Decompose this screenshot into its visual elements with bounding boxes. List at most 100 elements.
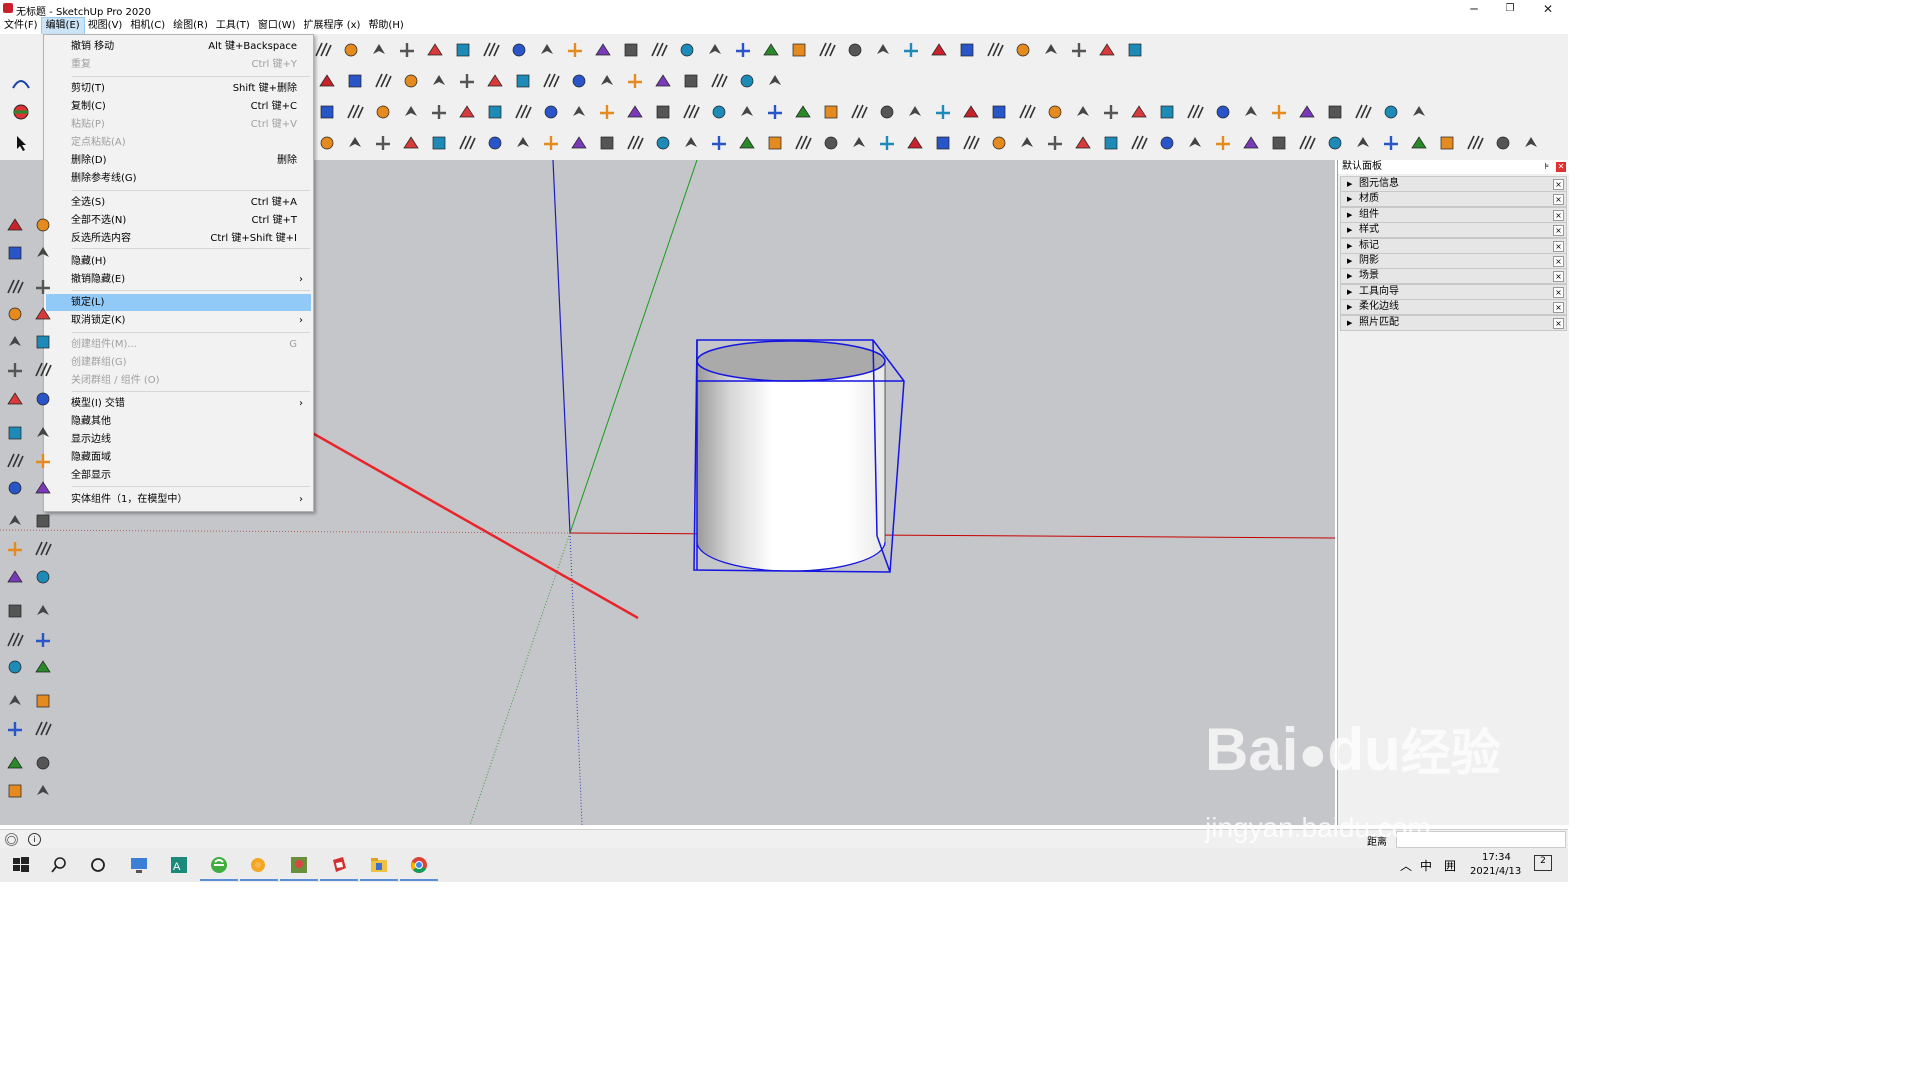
toolbar-tool-icon[interactable]: [1408, 132, 1430, 154]
toolbar-tool-icon[interactable]: [312, 39, 334, 61]
clock-time[interactable]: 17:34: [1482, 852, 1511, 863]
left-tool-icon[interactable]: [4, 780, 26, 802]
left-tool-icon[interactable]: [32, 359, 54, 381]
edit-menu-item[interactable]: 隐藏(H): [46, 253, 311, 270]
toolbar-tool-icon[interactable]: [1040, 39, 1062, 61]
toolbar-tool-icon[interactable]: [736, 70, 758, 92]
left-tool-icon[interactable]: [32, 780, 54, 802]
toolbar-tool-icon[interactable]: [988, 132, 1010, 154]
edit-menu-item[interactable]: 取消锁定(K) ›: [46, 312, 311, 329]
toolbar-tool-icon[interactable]: [1072, 132, 1094, 154]
keyboard-layout[interactable]: 囲: [1444, 857, 1456, 874]
edit-menu-item[interactable]: 反选所选内容 Ctrl 键+Shift 键+I: [46, 230, 311, 247]
toolbar-tool-icon[interactable]: [1464, 132, 1486, 154]
chrome-icon[interactable]: [408, 854, 430, 876]
panel-close-icon[interactable]: ×: [1553, 194, 1564, 206]
left-tool-icon[interactable]: [4, 276, 26, 298]
toolbar-tool-icon[interactable]: [428, 132, 450, 154]
toolbar-tool-icon[interactable]: [764, 132, 786, 154]
edit-menu-item[interactable]: 删除参考线(G): [46, 170, 311, 187]
toolbar-tool-icon[interactable]: [1324, 132, 1346, 154]
ime-indicator[interactable]: 中: [1420, 857, 1432, 874]
toolbar-tool-icon[interactable]: [592, 39, 614, 61]
toolbar-tool-icon[interactable]: [428, 70, 450, 92]
toolbar-tool-icon[interactable]: [1124, 39, 1146, 61]
toolbar-tool-icon[interactable]: [340, 39, 362, 61]
left-tool-icon[interactable]: [32, 331, 54, 353]
toolbar-tool-icon[interactable]: [344, 70, 366, 92]
toolbar-tool-icon[interactable]: [368, 39, 390, 61]
left-tool-icon[interactable]: [4, 629, 26, 651]
tray-panel-row[interactable]: ▶ 场景 ×: [1340, 268, 1567, 285]
edit-menu-item[interactable]: 隐藏面域: [46, 449, 311, 466]
toolbar-tool-icon[interactable]: [648, 39, 670, 61]
toolbar-tool-icon[interactable]: [316, 70, 338, 92]
toolbar-tool-icon[interactable]: [344, 132, 366, 154]
orange-app-icon[interactable]: [247, 854, 269, 876]
toolbar-tool-icon[interactable]: [904, 132, 926, 154]
toolbar-tool-icon[interactable]: [568, 101, 590, 123]
close-icon[interactable]: ✕: [1530, 0, 1566, 18]
toolbar-tool-icon[interactable]: [1096, 39, 1118, 61]
left-tool-icon[interactable]: [32, 276, 54, 298]
left-tool-icon[interactable]: [32, 450, 54, 472]
toolbar-tool-icon[interactable]: [1212, 101, 1234, 123]
left-tool-icon[interactable]: [4, 214, 26, 236]
edit-menu-item[interactable]: 删除(D) 删除: [46, 152, 311, 169]
toolbar-tool-icon[interactable]: [484, 70, 506, 92]
file-manager-icon[interactable]: [368, 854, 390, 876]
toolbar-tool-icon[interactable]: [680, 132, 702, 154]
game-app-icon[interactable]: [288, 854, 310, 876]
toolbar-tool-icon[interactable]: [1240, 132, 1262, 154]
toolbar-tool-icon[interactable]: [876, 101, 898, 123]
toolbar-tool-icon[interactable]: [1100, 101, 1122, 123]
toolbar-tool-icon[interactable]: [456, 132, 478, 154]
toolbar-tool-icon[interactable]: [1184, 101, 1206, 123]
toolbar-tool-icon[interactable]: [844, 39, 866, 61]
toolbar-tool-icon[interactable]: [848, 101, 870, 123]
toolbar-tool-icon[interactable]: [816, 39, 838, 61]
panel-close-icon[interactable]: ×: [1553, 271, 1564, 283]
left-tool-icon[interactable]: [4, 477, 26, 499]
toolbar-tool-icon[interactable]: [1520, 132, 1542, 154]
left-tool-icon[interactable]: [32, 752, 54, 774]
menu-draw[interactable]: 绘图(R): [169, 18, 212, 34]
toolbar-tool-icon[interactable]: [428, 101, 450, 123]
tray-panel-row[interactable]: ▶ 材质 ×: [1340, 191, 1567, 208]
select-arrow-icon[interactable]: [10, 132, 32, 154]
edit-menu-item[interactable]: 撤销隐藏(E) ›: [46, 271, 311, 288]
toolbar-tool-icon[interactable]: [512, 101, 534, 123]
toolbar-tool-icon[interactable]: [1380, 132, 1402, 154]
left-tool-icon[interactable]: [32, 388, 54, 410]
toolbar-tool-icon[interactable]: [400, 101, 422, 123]
toolbar-tool-icon[interactable]: [1156, 101, 1178, 123]
toolbar-tool-icon[interactable]: [984, 39, 1006, 61]
toolbar-tool-icon[interactable]: [1184, 132, 1206, 154]
toolbar-tool-icon[interactable]: [512, 132, 534, 154]
menu-view[interactable]: 视图(V): [84, 18, 127, 34]
toolbar-tool-icon[interactable]: [568, 132, 590, 154]
toolbar-tool-icon[interactable]: [1324, 101, 1346, 123]
left-tool-icon[interactable]: [32, 718, 54, 740]
toolbar-tool-icon[interactable]: [680, 101, 702, 123]
toolbar-tool-icon[interactable]: [904, 101, 926, 123]
toolbar-tool-icon[interactable]: [512, 70, 534, 92]
toolbar-tool-icon[interactable]: [540, 132, 562, 154]
toolbar-tool-icon[interactable]: [624, 101, 646, 123]
left-tool-icon[interactable]: [4, 422, 26, 444]
edit-menu-item[interactable]: 隐藏其他: [46, 413, 311, 430]
tray-panel-row[interactable]: ▶ 标记 ×: [1340, 237, 1567, 254]
toolbar-tool-icon[interactable]: [1436, 132, 1458, 154]
toolbar-tool-icon[interactable]: [1128, 132, 1150, 154]
panel-close-icon[interactable]: ×: [1553, 302, 1564, 314]
accounting-app-icon[interactable]: A: [168, 854, 190, 876]
restore-icon[interactable]: ❐: [1492, 0, 1528, 18]
panel-close-icon[interactable]: ×: [1553, 179, 1564, 190]
toolbar-tool-icon[interactable]: [928, 39, 950, 61]
left-tool-icon[interactable]: [32, 510, 54, 532]
toolbar-tool-icon[interactable]: [764, 70, 786, 92]
tray-panel-row[interactable]: ▶ 工具向导 ×: [1340, 283, 1567, 300]
edit-menu-item[interactable]: 全选(S) Ctrl 键+A: [46, 194, 311, 211]
toolbar-tool-icon[interactable]: [1492, 132, 1514, 154]
toolbar-tool-icon[interactable]: [960, 101, 982, 123]
